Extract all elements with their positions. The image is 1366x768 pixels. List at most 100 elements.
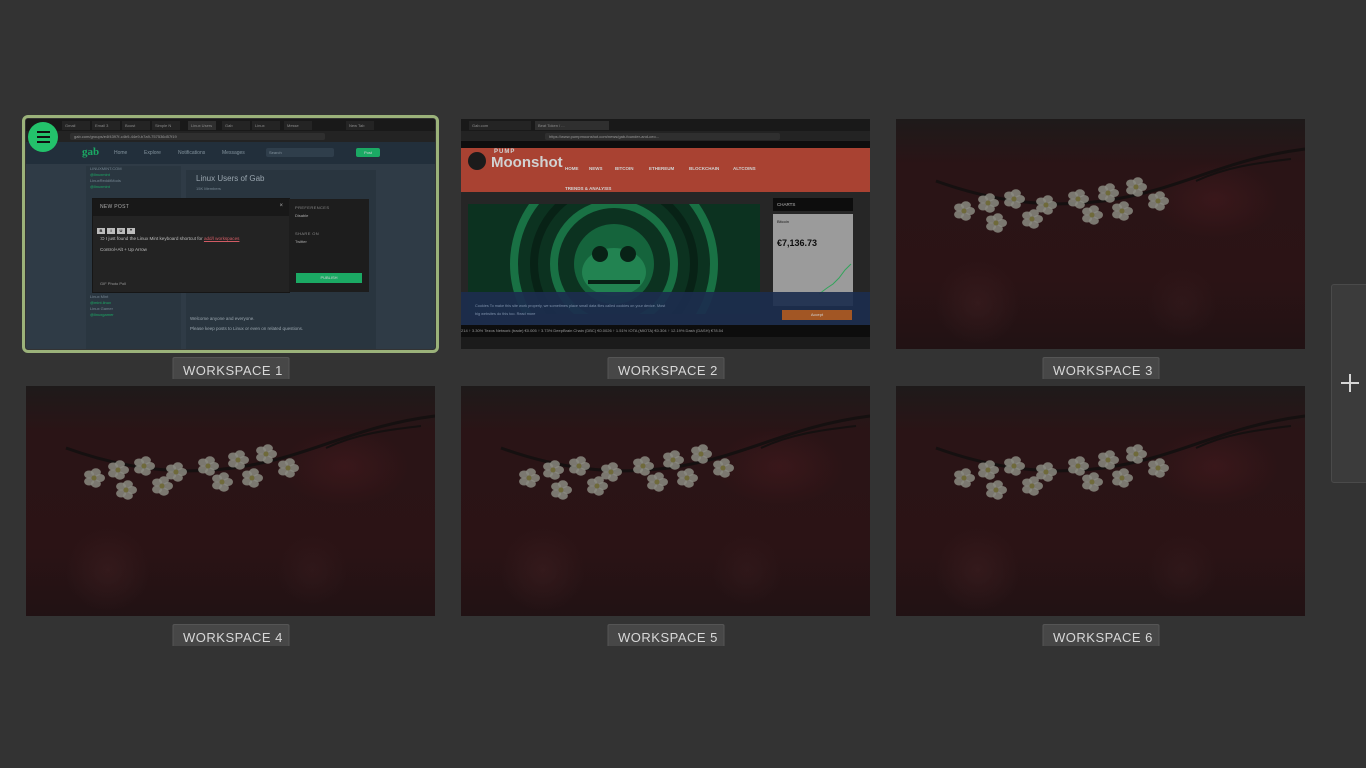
blossom-flower: [1068, 189, 1089, 209]
blossom-flower: [569, 456, 590, 476]
workspace-label[interactable]: WORKSPACE 1: [172, 357, 289, 379]
blossom-flower: [116, 480, 137, 500]
publish-button: PUBLISH: [296, 273, 362, 283]
blossom-flower: [1004, 456, 1025, 476]
site-logo: Moonshot: [491, 154, 563, 171]
workspace-label[interactable]: WORKSPACE 4: [172, 624, 289, 646]
site-subnav: TRENDS & ANALYSIS: [565, 186, 612, 191]
menu-button[interactable]: [28, 122, 58, 152]
workspace-5[interactable]: WORKSPACE 5: [461, 386, 870, 646]
workspace-switcher: Gmail Email 3 Boost Simple N Linux Users…: [0, 0, 1366, 768]
workspace-6-thumbnail[interactable]: [896, 386, 1305, 616]
blossom-flower: [647, 472, 668, 492]
cookie-banner: Cookies To make this site work properly,…: [461, 292, 870, 325]
workspace-label[interactable]: WORKSPACE 6: [1042, 624, 1159, 646]
blossom-flower: [1068, 456, 1089, 476]
workspace-1[interactable]: Gmail Email 3 Boost Simple N Linux Users…: [22, 115, 439, 379]
site-nav-item: HOME: [565, 166, 579, 171]
browser-tab: New Tab: [346, 121, 374, 130]
new-post-modal: NEW POST × B I U ❝ :D I just found the Linu…: [93, 199, 289, 292]
add-workspace-button[interactable]: [1331, 284, 1366, 483]
hamburger-icon: [36, 130, 50, 145]
browser-tab: Linux Users: [188, 121, 216, 130]
blossom-flower: [954, 468, 975, 488]
workspace-2[interactable]: Gab.com Beat Token / ... https://www.pum…: [461, 119, 870, 379]
workspace-4-thumbnail[interactable]: [26, 386, 435, 616]
url-text: gab.com/groups/e4f4397f-c4b9-44e9-b7a9-7…: [70, 133, 325, 140]
workspace-label[interactable]: WORKSPACE 5: [607, 624, 724, 646]
site-nav-item: ALTCOINS: [733, 166, 756, 171]
group-subtitle: 15K Members: [196, 186, 221, 191]
browser-tab: Messe: [284, 121, 312, 130]
feed-line: Welcome anyone and everyone.: [190, 316, 255, 321]
browser-tab: Linux: [252, 121, 280, 130]
blossom-branch-image: [65, 414, 435, 500]
blossom-flower: [1004, 189, 1025, 209]
blossom-flower: [986, 213, 1007, 233]
new-post-sidepanel: PREFERENCES Disable SHARE ON Twitter PUB…: [289, 199, 369, 292]
workspace-4[interactable]: WORKSPACE 4: [26, 386, 435, 646]
site-footer: [461, 337, 870, 349]
browser-tab: Email 3: [92, 121, 120, 130]
blossom-flower: [519, 468, 540, 488]
blossom-flower: [84, 468, 105, 488]
preferences-item: Disable: [295, 213, 309, 218]
site-nav-item: BITCOIN: [615, 166, 634, 171]
workspace-2-thumbnail[interactable]: Gab.com Beat Token / ... https://www.pum…: [461, 119, 870, 349]
share-header: SHARE ON: [295, 231, 320, 236]
blossom-flower: [198, 456, 219, 476]
post-text-line2: Control+Alt + Up Arrow: [100, 247, 147, 252]
price-ticker: 214 ↑ 3.30% Tezos Network (trade) €0.005…: [461, 325, 870, 337]
site-nav-item: BLOCKCHAIN: [689, 166, 720, 171]
blossom-flower: [1148, 458, 1169, 478]
gab-search: Search: [266, 148, 334, 157]
workspace-3[interactable]: WORKSPACE 3: [896, 119, 1305, 379]
browser-tab: Gab.com: [469, 121, 531, 130]
group-title: Linux Users of Gab: [196, 174, 265, 183]
gab-nav-messages: Messages: [222, 150, 245, 156]
browser-urlbar: gab.com/groups/e4f4397f-c4b9-44e9-b7a9-7…: [26, 131, 435, 142]
quote-icon: ❝: [127, 228, 135, 234]
gab-nav-notifications: Notifications: [178, 150, 206, 156]
cookie-text: big websites do this too. Read more: [475, 312, 536, 316]
browser-tabbar: Gmail Email 3 Boost Simple N Linux Users…: [26, 119, 435, 131]
share-item: Twitter: [295, 239, 307, 244]
post-text-line1: :D I just found the Linux Mint keyboard …: [100, 236, 239, 241]
blossom-flower: [1036, 462, 1057, 482]
feed-line: Please keep posts to Linux or even on re…: [190, 326, 304, 331]
gab-navbar: gab Home Explore Notifications Messages …: [26, 142, 435, 164]
blossom-flower: [633, 456, 654, 476]
blossom-flower: [1112, 468, 1133, 488]
blossom-branch-image: [500, 414, 870, 500]
blossom-branch-image: [935, 147, 1305, 233]
sidebar-line: @linuxmint: [90, 184, 110, 189]
workspace-6[interactable]: WORKSPACE 6: [896, 386, 1305, 646]
browser-tab: Gmail: [62, 121, 90, 130]
accept-button: Accept: [782, 310, 852, 320]
blossom-branch-image: [935, 414, 1305, 500]
gab-nav-explore: Explore: [144, 150, 161, 156]
blossom-flower: [1082, 472, 1103, 492]
blossom-flower: [677, 468, 698, 488]
format-toolbar: B I U ❝: [97, 219, 137, 237]
blossom-flower: [166, 462, 187, 482]
blossom-flower: [1112, 201, 1133, 221]
charts-header: CHARTS: [773, 198, 853, 211]
blossom-flower: [1082, 205, 1103, 225]
workspace-label[interactable]: WORKSPACE 2: [607, 357, 724, 379]
workspace-label[interactable]: WORKSPACE 3: [1042, 357, 1159, 379]
workspace-1-thumbnail[interactable]: Gmail Email 3 Boost Simple N Linux Users…: [22, 115, 439, 353]
plus-icon: [1341, 374, 1359, 392]
gab-post-button: Post: [356, 148, 380, 157]
workspace-5-thumbnail[interactable]: [461, 386, 870, 616]
blossom-flower: [1036, 195, 1057, 215]
blossom-flower: [1148, 191, 1169, 211]
site-topbar: [461, 141, 870, 148]
gab-logo: gab: [82, 146, 100, 158]
site-nav-item: NEWS: [589, 166, 603, 171]
browser-tab: Gab: [222, 121, 250, 130]
blossom-flower: [954, 201, 975, 221]
blossom-flower: [134, 456, 155, 476]
blossom-flower: [551, 480, 572, 500]
workspace-3-thumbnail[interactable]: [896, 119, 1305, 349]
